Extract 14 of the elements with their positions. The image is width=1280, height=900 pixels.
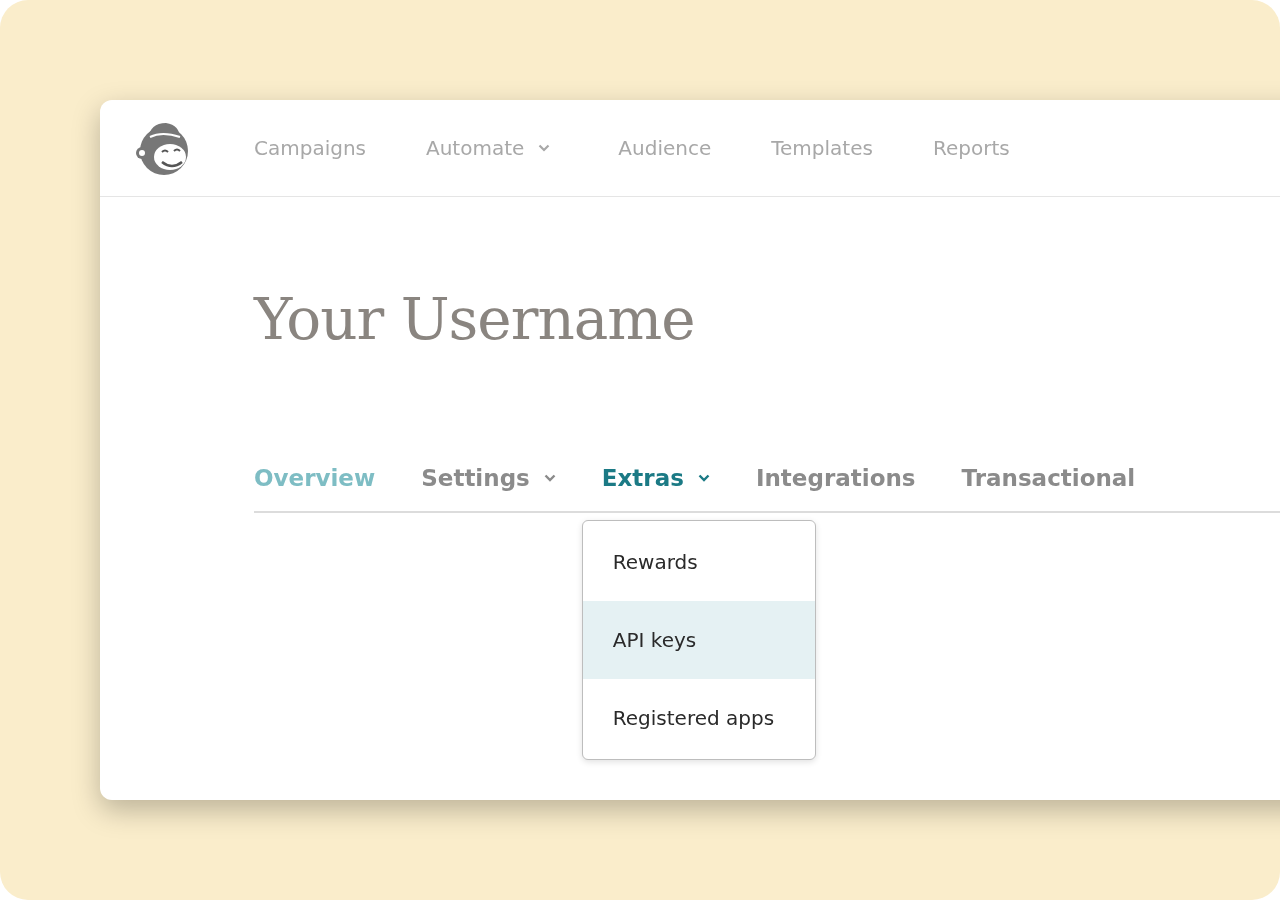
nav-link[interactable]: Campaigns (254, 136, 366, 160)
page-title: Your Username (254, 285, 696, 353)
nav-link[interactable]: Reports (932, 136, 1010, 160)
nav-link[interactable]: Audience (618, 136, 712, 160)
menu-item[interactable]: Registered apps (582, 679, 815, 757)
tab[interactable]: Integrations (755, 465, 916, 491)
tab[interactable]: Settings (421, 465, 556, 491)
nav-link[interactable]: Templates (771, 136, 873, 160)
tab[interactable]: Extras (601, 465, 710, 491)
tab[interactable]: Transactional (961, 465, 1136, 491)
menu-item[interactable]: Rewards (582, 523, 815, 601)
nav-link[interactable]: Automate (426, 136, 559, 160)
tab[interactable]: Overview (254, 465, 376, 491)
menu-item[interactable]: API keys (582, 601, 815, 679)
